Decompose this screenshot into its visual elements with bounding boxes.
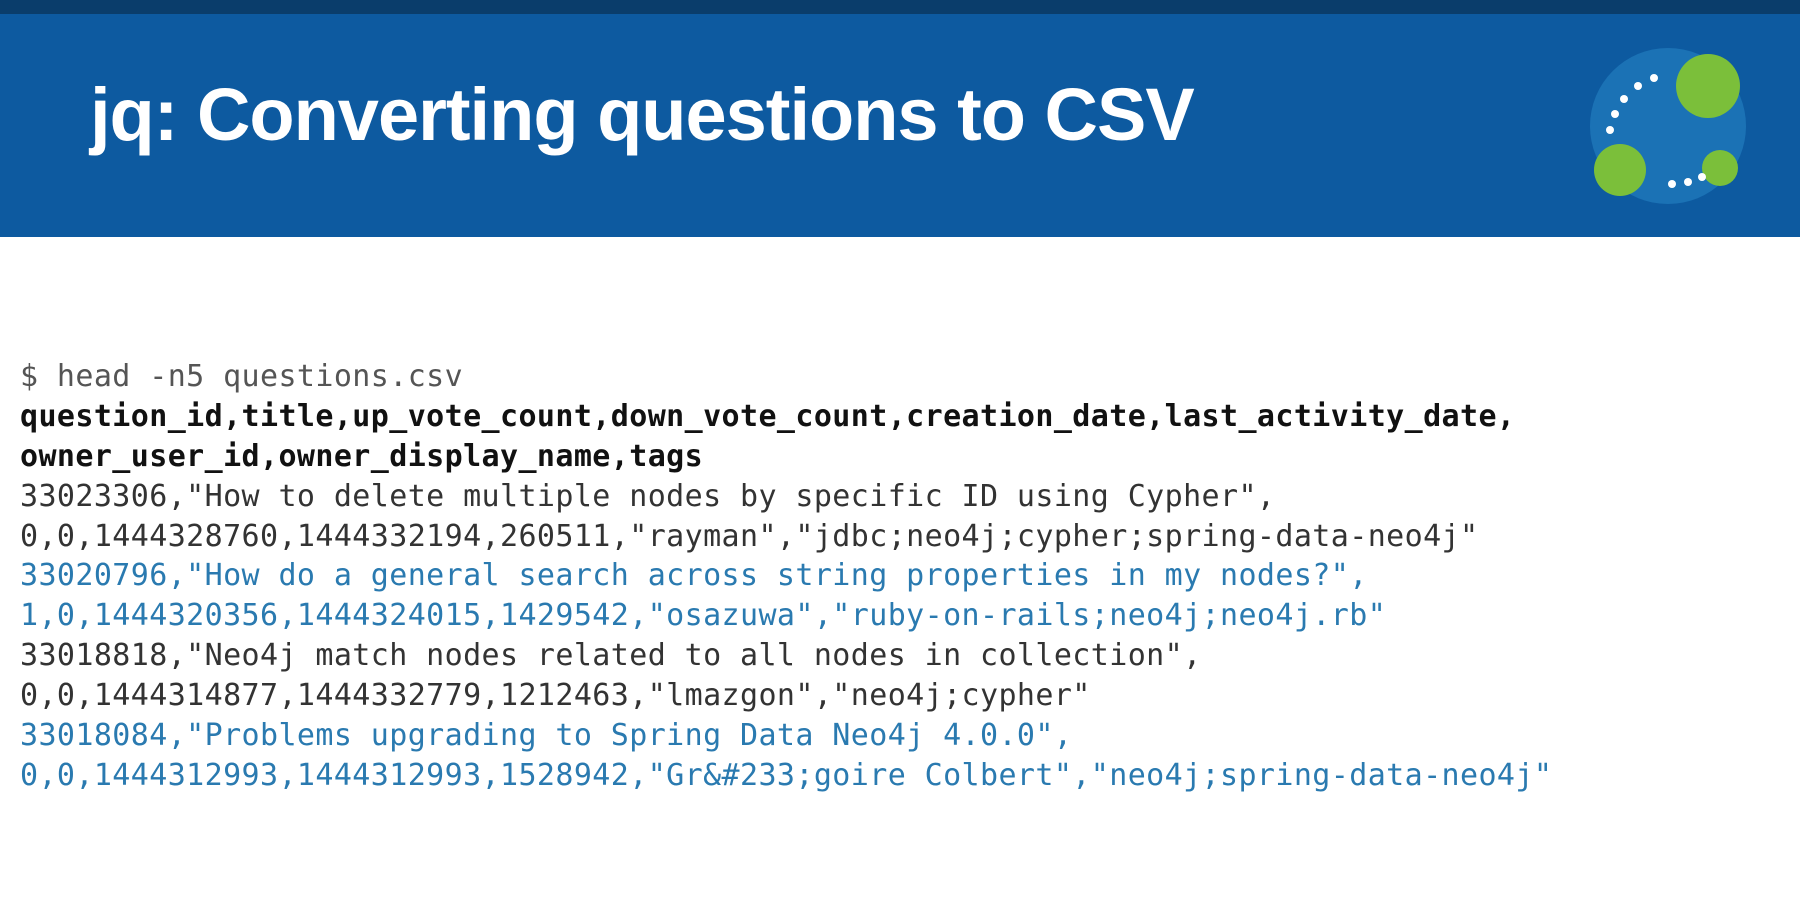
title-banner: jq: Converting questions to CSV <box>0 0 1800 237</box>
terminal-output: $ head -n5 questions.csv question_id,tit… <box>0 237 1800 796</box>
slide-title: jq: Converting questions to CSV <box>90 72 1194 157</box>
top-bar <box>0 0 1800 14</box>
csv-row: 33023306,"How to delete multiple nodes b… <box>20 477 1780 517</box>
csv-row: 33020796,"How do a general search across… <box>20 556 1780 596</box>
csv-row: 33018084,"Problems upgrading to Spring D… <box>20 716 1780 756</box>
csv-row: 0,0,1444328760,1444332194,260511,"rayman… <box>20 517 1780 557</box>
csv-header-line: owner_user_id,owner_display_name,tags <box>20 437 1780 477</box>
neo4j-logo-icon <box>1560 30 1760 230</box>
terminal-command: $ head -n5 questions.csv <box>20 357 1780 397</box>
csv-row: 1,0,1444320356,1444324015,1429542,"osazu… <box>20 596 1780 636</box>
csv-row: 33018818,"Neo4j match nodes related to a… <box>20 636 1780 676</box>
csv-row: 0,0,1444314877,1444332779,1212463,"lmazg… <box>20 676 1780 716</box>
csv-row: 0,0,1444312993,1444312993,1528942,"Gr&#2… <box>20 756 1780 796</box>
csv-header-line: question_id,title,up_vote_count,down_vot… <box>20 397 1780 437</box>
